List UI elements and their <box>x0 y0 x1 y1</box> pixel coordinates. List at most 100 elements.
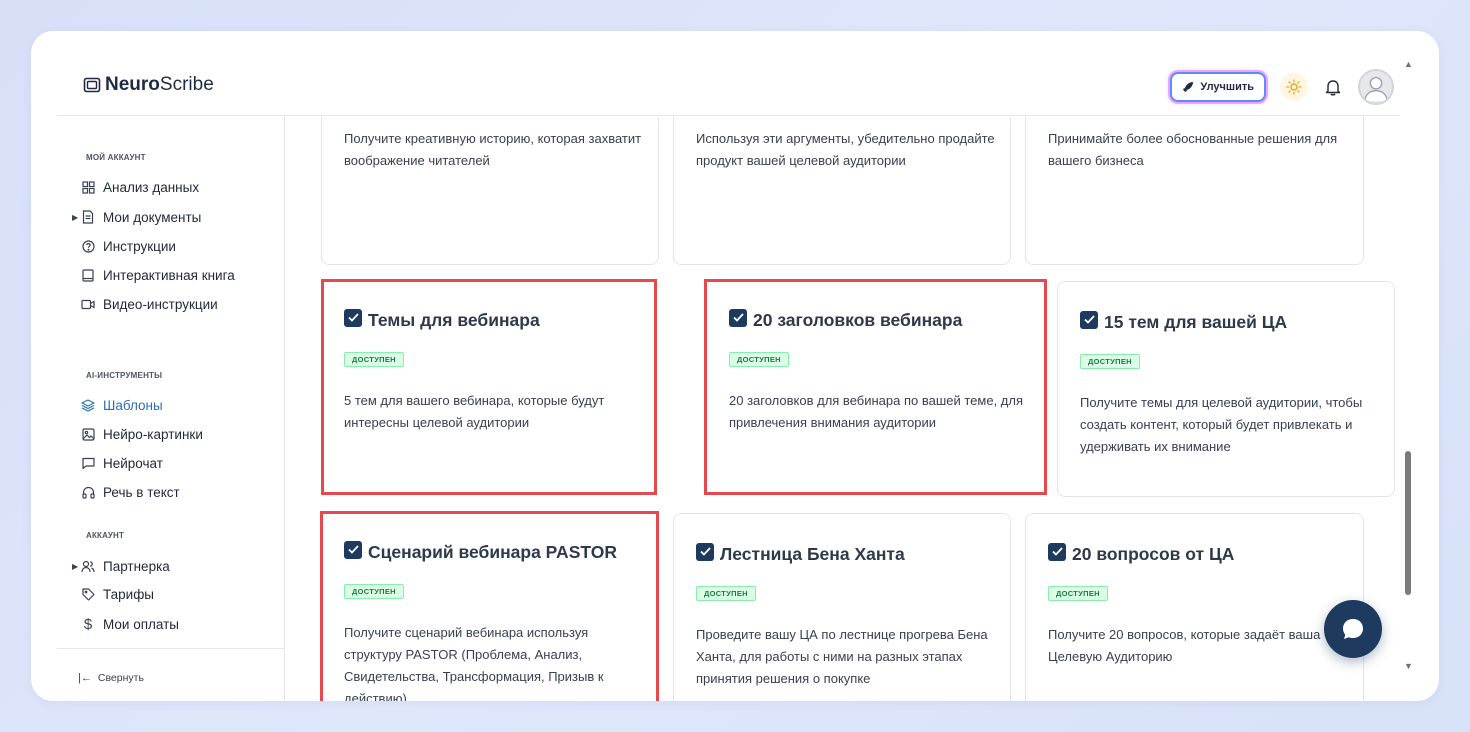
tag-icon <box>81 587 95 601</box>
video-camera-icon <box>81 297 95 311</box>
logo-icon <box>83 77 101 93</box>
status-badge: ДОСТУПЕН <box>729 352 789 367</box>
headphones-icon <box>81 485 95 499</box>
grid-icon <box>81 180 95 194</box>
sidebar-item-label: Анализ данных <box>103 179 200 195</box>
users-icon <box>81 559 95 573</box>
sidebar-item-data-analysis[interactable]: Анализ данных <box>81 177 199 197</box>
status-badge: ДОСТУПЕН <box>344 352 404 367</box>
collapse-sidebar-button[interactable]: |← Свернуть <box>78 672 144 684</box>
scroll-up-arrow-icon[interactable]: ▲ <box>1404 59 1413 69</box>
sidebar-item-label: Речь в текст <box>103 484 180 500</box>
avatar[interactable] <box>1358 69 1394 105</box>
card-title: Темы для вебинара <box>344 308 540 331</box>
sidebar-item-partner[interactable]: ▶ Партнерка <box>72 556 170 576</box>
sidebar-item-interactive-book[interactable]: Интерактивная книга <box>81 265 235 285</box>
caret-right-icon[interactable]: ▶ <box>72 213 78 222</box>
sidebar-item-label: Нейро-картинки <box>103 426 203 442</box>
sidebar-item-tariffs[interactable]: Тарифы <box>81 584 154 604</box>
card-description: Используя эти аргументы, убедительно про… <box>696 131 995 168</box>
card-description: 5 тем для вашего вебинара, которые будут… <box>344 393 605 430</box>
sidebar-item-label: Нейрочат <box>103 455 163 471</box>
dollar-icon: $ <box>83 615 93 633</box>
app-window: Neuro Scribe Улучшить МОЙ АККАУНТ Анализ… <box>31 31 1439 701</box>
sidebar-footer: |← Свернуть <box>57 648 285 701</box>
template-card[interactable]: Используя эти аргументы, убедительно про… <box>673 117 1011 265</box>
card-description: Получите креативную историю, которая зах… <box>344 131 642 168</box>
bell-icon[interactable] <box>1322 76 1344 98</box>
sidebar-item-label: Тарифы <box>103 586 155 602</box>
page-scrollbar[interactable]: ▲ ▼ <box>1400 59 1416 671</box>
card-title: Сценарий вебинара PASTOR <box>344 540 617 563</box>
theme-toggle[interactable] <box>1280 73 1308 101</box>
template-card-pastor-script[interactable]: Сценарий вебинара PASTOR ДОСТУПЕН Получи… <box>320 511 659 701</box>
document-icon <box>81 210 95 224</box>
checkbox-icon <box>696 542 714 561</box>
sidebar-item-my-documents[interactable]: ▶ Мои документы <box>72 207 201 227</box>
checkbox-icon <box>1048 542 1066 561</box>
section-title-account: АККАУНТ <box>86 531 125 540</box>
sidebar-item-instructions[interactable]: Инструкции <box>81 236 176 256</box>
sun-icon <box>1286 79 1302 95</box>
sidebar-item-label: Инструкции <box>103 238 176 254</box>
upgrade-label: Улучшить <box>1200 81 1254 93</box>
template-card-audience-topics[interactable]: 15 тем для вашей ЦА ДОСТУПЕН Получите те… <box>1057 281 1395 497</box>
image-icon <box>81 427 95 441</box>
card-description: 20 заголовков для вебинара по вашей теме… <box>729 393 1024 430</box>
checkbox-icon <box>729 308 747 327</box>
chat-bubble-icon <box>81 456 95 470</box>
template-card-ben-hunt-ladder[interactable]: Лестница Бена Ханта ДОСТУПЕН Проведите в… <box>673 513 1011 701</box>
scroll-down-arrow-icon[interactable]: ▼ <box>1404 661 1413 671</box>
template-card[interactable]: Получите креативную историю, которая зах… <box>321 117 659 265</box>
layers-icon <box>81 398 95 412</box>
collapse-arrow-icon: |← <box>78 672 92 684</box>
sidebar-item-label: Видео-инструкции <box>103 296 218 312</box>
sidebar-item-neuro-images[interactable]: Нейро-картинки <box>81 424 203 444</box>
sidebar-item-label: Шаблоны <box>103 397 163 413</box>
status-badge: ДОСТУПЕН <box>696 586 756 601</box>
help-circle-icon <box>81 239 95 253</box>
checkbox-icon <box>344 308 362 327</box>
template-card-webinar-headlines[interactable]: 20 заголовков вебинара ДОСТУПЕН 20 загол… <box>704 279 1047 495</box>
sidebar-item-my-payments[interactable]: $ Мои оплаты <box>81 614 179 634</box>
scrollbar-thumb[interactable] <box>1405 451 1411 595</box>
card-title: 20 заголовков вебинара <box>729 308 962 331</box>
sidebar-item-neurochat[interactable]: Нейрочат <box>81 453 163 473</box>
card-description: Получите 20 вопросов, которые задаёт ваш… <box>1048 627 1321 664</box>
brand-logo[interactable]: Neuro Scribe <box>83 74 214 96</box>
templates-grid: Получите креативную историю, которая зах… <box>286 117 1400 701</box>
rocket-icon <box>1183 82 1194 92</box>
sidebar: МОЙ АККАУНТ Анализ данных ▶ Мои документ… <box>57 117 285 701</box>
top-header: Neuro Scribe Улучшить <box>57 31 1400 116</box>
card-title: 15 тем для вашей ЦА <box>1080 310 1287 333</box>
section-title-ai-tools: AI-ИНСТРУМЕНТЫ <box>86 371 163 380</box>
sidebar-item-label: Мои оплаты <box>103 616 179 632</box>
section-title-my-account: МОЙ АККАУНТ <box>86 153 146 162</box>
collapse-label: Свернуть <box>97 672 144 684</box>
status-badge: ДОСТУПЕН <box>1048 586 1108 601</box>
sidebar-item-speech-to-text[interactable]: Речь в текст <box>81 482 180 502</box>
template-card[interactable]: Принимайте более обоснованные решения дл… <box>1025 117 1364 265</box>
sidebar-item-label: Интерактивная книга <box>103 267 235 283</box>
book-icon <box>81 268 95 282</box>
checkbox-icon <box>1080 310 1098 329</box>
card-description: Получите сценарий вебинара используя стр… <box>344 625 604 701</box>
brand-name-light: Scribe <box>159 74 214 95</box>
sidebar-item-video-instructions[interactable]: Видео-инструкции <box>81 294 218 314</box>
card-title: 20 вопросов от ЦА <box>1048 542 1234 565</box>
template-card-audience-questions[interactable]: 20 вопросов от ЦА ДОСТУПЕН Получите 20 в… <box>1025 513 1364 701</box>
checkbox-icon <box>344 540 362 559</box>
card-title: Лестница Бена Ханта <box>696 542 905 565</box>
sidebar-item-label: Партнерка <box>103 558 170 574</box>
caret-right-icon[interactable]: ▶ <box>72 562 78 571</box>
brand-name-bold: Neuro <box>105 74 160 95</box>
user-avatar-icon <box>1364 76 1388 102</box>
template-card-webinar-topics[interactable]: Темы для вебинара ДОСТУПЕН 5 тем для ваш… <box>321 279 657 495</box>
card-description: Получите темы для целевой аудитории, что… <box>1080 395 1363 454</box>
status-badge: ДОСТУПЕН <box>1080 354 1140 369</box>
sidebar-item-templates[interactable]: Шаблоны <box>81 395 163 415</box>
upgrade-button[interactable]: Улучшить <box>1170 72 1266 102</box>
status-badge: ДОСТУПЕН <box>344 584 404 599</box>
card-description: Проведите вашу ЦА по лестнице прогрева Б… <box>696 627 988 686</box>
chat-support-button[interactable] <box>1324 600 1382 658</box>
